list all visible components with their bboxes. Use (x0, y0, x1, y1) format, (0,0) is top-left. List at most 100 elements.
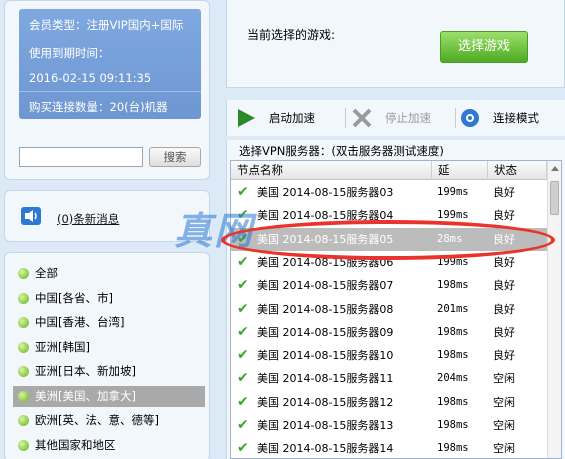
start-acceleration-button[interactable]: 启动加速 (235, 100, 345, 136)
table-row[interactable]: ✔ 美国 2014-08-15服务器09 198ms 良好 (231, 321, 547, 344)
green-dot-icon (18, 292, 29, 304)
region-list: 全部中国[各省、市] 中国[香港、台湾] 亚洲[韩国] 亚洲[日本、新加坡] 美洲[美国… (4, 252, 210, 459)
server-name: 美国 2014-08-15服务器08 (257, 302, 394, 316)
server-table: 节点名称 延 状态 ✔ 美国 2014-08-15服务器03 199ms 良好 ✔ 美国 … (230, 160, 562, 459)
server-status: 良好 (493, 325, 515, 339)
region-item[interactable]: 亚洲[日本、新加坡] (13, 361, 205, 382)
region-item[interactable]: 其他国家和地区 (13, 435, 205, 456)
server-status: 空闲 (493, 442, 515, 456)
play-icon (235, 107, 257, 129)
toolbar-divider (455, 108, 456, 128)
server-name: 美国 2014-08-15服务器05 (257, 232, 394, 246)
table-row[interactable]: ✔ 美国 2014-08-15服务器12 198ms 空闲 (231, 391, 547, 414)
checkmark-icon: ✔ (237, 184, 249, 200)
table-row[interactable]: ✔ 美国 2014-08-15服务器07 198ms 良好 (231, 274, 547, 297)
server-name: 美国 2014-08-15服务器04 (257, 209, 394, 223)
scroll-up-arrow[interactable] (551, 166, 559, 171)
server-status: 良好 (493, 255, 515, 269)
server-ping: 198ms (437, 395, 469, 408)
server-status: 良好 (493, 279, 515, 293)
expire-label: 使用到期时间： (29, 46, 110, 60)
account-info-box: 会员类型：注册VIP国内+国际 使用到期时间： 2016-02-15 09:11… (19, 9, 201, 119)
speaker-icon (21, 207, 41, 225)
table-row[interactable]: ✔ 美国 2014-08-15服务器14 198ms 空闲 (231, 437, 547, 459)
table-row[interactable]: ✔ 美国 2014-08-15服务器11 204ms 空闲 (231, 367, 547, 390)
member-type: 会员类型：注册VIP国内+国际 (29, 18, 184, 32)
table-row[interactable]: ✔ 美国 2014-08-15服务器05 28ms 良好 (231, 227, 547, 251)
server-status: 良好 (493, 209, 515, 223)
server-panel: 选择VPN服务器：(双击服务器测试速度) 节点名称 延 状态 ✔ 美国 2014-… (226, 140, 565, 459)
region-item[interactable]: 美洲[美国、加拿大] (13, 385, 205, 407)
header-status[interactable]: 状态 (488, 161, 547, 180)
server-name: 美国 2014-08-15服务器12 (257, 395, 394, 409)
server-ping: 199ms (437, 209, 469, 222)
scroll-thumb[interactable] (550, 181, 559, 215)
server-ping: 28ms (437, 232, 463, 245)
server-status: 空闲 (493, 395, 515, 409)
region-item[interactable]: 欧洲[英、法、意、德等] (13, 410, 205, 431)
table-row[interactable]: ✔ 美国 2014-08-15服务器13 198ms 空闲 (231, 414, 547, 437)
green-dot-icon (18, 366, 29, 377)
server-status: 良好 (493, 349, 515, 363)
search-input[interactable] (19, 147, 143, 167)
connection-mode-button[interactable]: 连接模式 (459, 100, 565, 136)
close-icon (351, 107, 373, 129)
current-game-label: 当前选择的游戏: (247, 28, 336, 42)
checkmark-icon: ✔ (237, 370, 249, 387)
header-node-name[interactable]: 节点名称 (231, 161, 432, 180)
select-game-button[interactable]: 选择游戏 (440, 31, 528, 63)
vertical-scrollbar[interactable] (547, 161, 561, 458)
connection-mode-label: 连接模式 (493, 111, 539, 125)
green-dot-icon (18, 390, 29, 402)
region-label: 中国[香港、台湾] (35, 315, 125, 329)
new-messages-link[interactable]: (0)条新消息 (57, 211, 119, 227)
table-header: 节点名称 延 状态 (231, 161, 547, 180)
server-status: 空闲 (493, 419, 515, 432)
table-row[interactable]: ✔ 美国 2014-08-15服务器04 199ms 良好 (231, 204, 547, 227)
region-item[interactable]: 中国[香港、台湾] (13, 312, 205, 333)
server-name: 美国 2014-08-15服务器03 (257, 186, 394, 199)
region-label: 其他国家和地区 (35, 437, 116, 452)
server-name: 美国 2014-08-15服务器09 (257, 325, 394, 339)
server-ping: 198ms (437, 349, 469, 362)
server-name: 美国 2014-08-15服务器11 (257, 372, 394, 386)
green-dot-icon (18, 317, 29, 328)
table-row[interactable]: ✔ 美国 2014-08-15服务器08 201ms 良好 (231, 298, 547, 321)
green-dot-icon (18, 415, 29, 426)
table-row[interactable]: ✔ 美国 2014-08-15服务器03 199ms 良好 (231, 181, 547, 204)
region-item[interactable]: 亚洲[韩国] (13, 337, 205, 358)
checkmark-icon: ✔ (237, 300, 249, 317)
toolbar: 启动加速 停止加速 连接模式 (226, 100, 565, 136)
checkmark-icon: ✔ (237, 417, 249, 433)
server-name: 美国 2014-08-15服务器13 (257, 419, 394, 432)
checkmark-icon: ✔ (237, 230, 249, 247)
region-label: 亚洲[日本、新加坡] (35, 364, 136, 378)
header-ping[interactable]: 延 (432, 161, 488, 180)
server-ping: 198ms (437, 325, 469, 338)
server-ping: 199ms (437, 186, 469, 198)
server-status: 空闲 (493, 372, 515, 386)
checkmark-icon: ✔ (237, 440, 249, 457)
checkmark-icon: ✔ (237, 253, 249, 270)
region-label: 中国[各省、市] (35, 290, 113, 305)
server-ping: 201ms (437, 302, 469, 315)
server-list-title: 选择VPN服务器：(双击服务器测试速度) (239, 144, 444, 158)
server-status: 良好 (493, 302, 515, 316)
gear-icon (459, 107, 481, 129)
stop-acceleration-button[interactable]: 停止加速 (351, 100, 461, 136)
checkmark-icon: ✔ (237, 347, 249, 364)
server-status: 良好 (493, 186, 515, 199)
server-ping: 198ms (437, 442, 469, 455)
table-row[interactable]: ✔ 美国 2014-08-15服务器06 199ms 良好 (231, 251, 547, 274)
account-panel: 会员类型：注册VIP国内+国际 使用到期时间： 2016-02-15 09:11… (4, 0, 210, 180)
table-row[interactable]: ✔ 美国 2014-08-15服务器10 198ms 良好 (231, 344, 547, 367)
region-item[interactable]: 中国[各省、市] (13, 288, 205, 309)
region-item[interactable]: 全部 (13, 263, 205, 284)
server-ping: 198ms (437, 279, 469, 292)
search-button[interactable]: 搜索 (149, 147, 201, 167)
start-acceleration-label: 启动加速 (269, 111, 315, 125)
server-name: 美国 2014-08-15服务器10 (257, 349, 394, 363)
toolbar-divider (345, 108, 346, 128)
region-label: 全部 (35, 266, 58, 280)
game-panel: 当前选择的游戏: 选择游戏 (226, 0, 565, 88)
